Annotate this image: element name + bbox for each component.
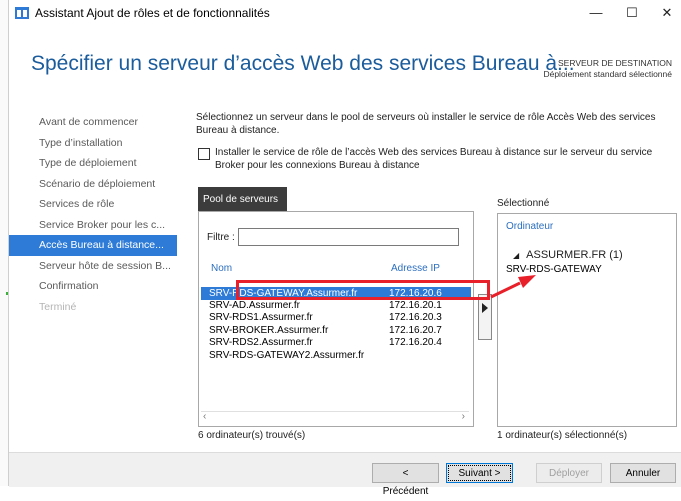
column-header-ip[interactable]: Adresse IP [391,263,440,274]
server-name: SRV-RDS2.Assurmer.fr [209,337,313,349]
destination-value: Déploiement standard sélectionné [543,69,672,79]
server-ip: 172.16.20.3 [389,312,442,324]
table-row[interactable]: SRV-RDS2.Assurmer.fr 172.16.20.4 [201,337,471,349]
install-on-broker-label[interactable]: Installer le service de rôle de l’accès … [215,146,675,172]
wizard-window: Assistant Ajout de rôles et de fonctionn… [8,0,681,497]
filter-input[interactable] [238,228,459,246]
nav-item-confirmation[interactable]: Confirmation [9,276,177,297]
server-name: SRV-RDS1.Assurmer.fr [209,312,313,324]
group-assurmer[interactable]: ◢ ASSURMER.FR (1) [513,249,623,261]
column-header-name[interactable]: Nom [211,263,232,274]
instructions-text: Sélectionnez un serveur dans le pool de … [196,112,656,136]
group-label: ASSURMER.FR (1) [526,249,623,261]
server-name: SRV-AD.Assurmer.fr [209,300,300,311]
annotation-highlight-box [236,280,490,300]
nav-item-type-installation[interactable]: Type d’installation [9,133,177,154]
left-edge [0,0,8,486]
server-ip: 172.16.20.4 [389,337,442,349]
nav-item-type-deploiement[interactable]: Type de déploiement [9,153,177,174]
scroll-right-icon[interactable]: › [462,411,465,422]
minimize-button[interactable]: — [586,4,606,22]
server-pool-panel: Filtre : Nom Adresse IP SRV-RDS-GATEWAY.… [198,211,474,427]
nav-item-services-de-role[interactable]: Services de rôle [9,194,177,215]
add-to-selection-button[interactable] [478,294,492,340]
nav-item-avant-de-commencer[interactable]: Avant de commencer [9,112,177,133]
table-row[interactable]: SRV-RDS-GATEWAY2.Assurmer.fr [201,350,471,362]
horizontal-scrollbar[interactable]: ‹ › [201,411,469,424]
maximize-button[interactable]: ☐ [622,4,642,22]
window-title: Assistant Ajout de rôles et de fonctionn… [35,6,270,20]
collapse-triangle-icon[interactable]: ◢ [513,251,519,260]
cancel-button[interactable]: Annuler [610,463,676,483]
selected-count: 1 ordinateur(s) sélectionné(s) [497,430,628,441]
selected-panel: Ordinateur ◢ ASSURMER.FR (1) SRV-RDS-GATE… [497,213,677,427]
button-bar: < Précédent Suivant > Déployer Annuler [9,452,681,497]
right-arrow-icon [482,303,488,313]
table-row[interactable]: SRV-BROKER.Assurmer.fr 172.16.20.7 [201,325,471,337]
title-bar: Assistant Ajout de rôles et de fonctionn… [9,0,681,28]
next-button[interactable]: Suivant > [446,463,513,483]
scroll-left-icon[interactable]: ‹ [203,411,206,422]
selected-server[interactable]: SRV-RDS-GATEWAY [506,264,602,275]
server-ip: 172.16.20.7 [389,324,442,336]
server-ip: 172.16.20.1 [389,300,442,311]
tab-pool-de-serveurs[interactable]: Pool de serveurs [198,187,287,211]
table-row[interactable]: SRV-RDS1.Assurmer.fr 172.16.20.3 [201,312,471,324]
wizard-steps-nav: Avant de commencer Type d’installation T… [9,112,177,317]
pool-count: 6 ordinateur(s) trouvé(s) [198,430,306,441]
previous-button[interactable]: < Précédent [372,463,439,497]
page-title: Spécifier un serveur d’accès Web des ser… [31,52,575,75]
install-on-broker-checkbox[interactable] [198,148,210,160]
close-button[interactable]: ✕ [657,4,677,22]
nav-item-acces-bureau[interactable]: Accès Bureau à distance... [9,235,177,256]
nav-item-serveur-hote-session[interactable]: Serveur hôte de session B... [9,256,177,277]
column-header-ordinateur[interactable]: Ordinateur [506,221,553,232]
table-row[interactable]: SRV-AD.Assurmer.fr 172.16.20.1 [201,300,471,312]
deploy-button: Déployer [536,463,602,483]
filter-label: Filtre : [207,232,235,243]
server-manager-icon [15,7,29,19]
nav-item-scenario-deploiement[interactable]: Scénario de déploiement [9,174,177,195]
nav-item-service-broker[interactable]: Service Broker pour les c... [9,215,177,236]
selected-label: Sélectionné [497,198,550,209]
destination-server: SERVEUR DE DESTINATION Déploiement stand… [543,58,672,80]
destination-label: SERVEUR DE DESTINATION [558,58,672,68]
nav-item-termine: Terminé [39,300,77,313]
server-name: SRV-BROKER.Assurmer.fr [209,324,329,336]
server-name: SRV-RDS-GATEWAY2.Assurmer.fr [209,349,365,361]
